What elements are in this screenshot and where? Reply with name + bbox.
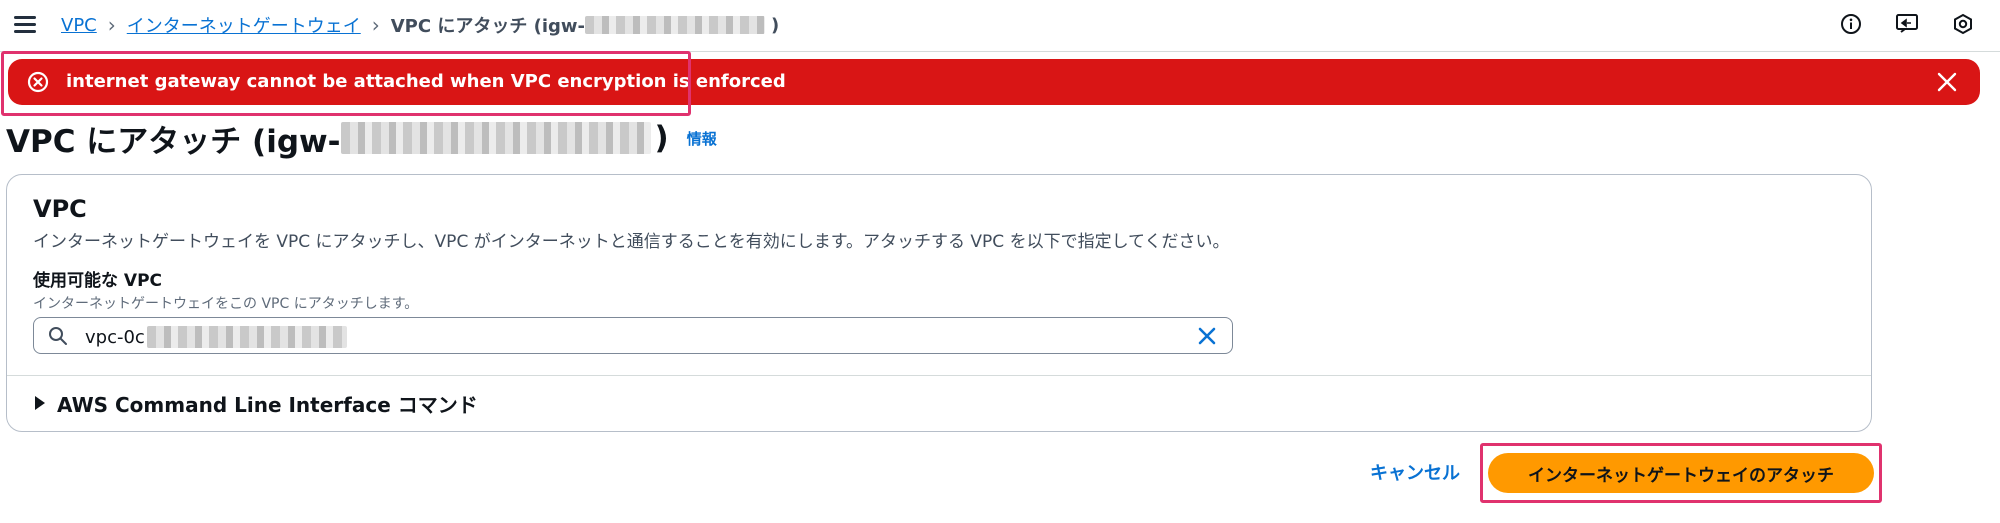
error-message: internet gateway cannot be attached when… xyxy=(66,71,786,92)
error-icon xyxy=(26,70,50,94)
container-header: VPC インターネットゲートウェイを VPC にアタッチし、VPC がインターネ… xyxy=(33,195,1230,252)
chevron-right-icon: › xyxy=(107,13,116,37)
available-vpc-field: 使用可能な VPC インターネットゲートウェイをこの VPC にアタッチします。 xyxy=(33,266,418,313)
caret-right-icon xyxy=(35,396,45,410)
container-description: インターネットゲートウェイを VPC にアタッチし、VPC がインターネットと通… xyxy=(33,232,1230,252)
breadcrumb: VPC › インターネットゲートウェイ › VPC にアタッチ (igw- ) xyxy=(61,10,779,40)
top-icons xyxy=(1838,11,1976,37)
breadcrumb-current: VPC にアタッチ (igw- ) xyxy=(391,12,779,38)
vpc-container: VPC インターネットゲートウェイを VPC にアタッチし、VPC がインターネ… xyxy=(6,174,1872,432)
redacted-gateway-id xyxy=(585,16,765,34)
search-icon xyxy=(48,326,68,346)
info-link[interactable]: 情報 xyxy=(687,128,717,149)
divider xyxy=(7,375,1871,376)
breadcrumb-current-prefix: VPC にアタッチ (igw- xyxy=(390,16,585,37)
expander-label: AWS Command Line Interface コマンド xyxy=(57,392,478,417)
redacted-vpc-id xyxy=(146,326,347,348)
page-title-suffix: ) xyxy=(654,120,669,156)
breadcrumb-internet-gateways[interactable]: インターネットゲートウェイ xyxy=(127,12,361,38)
page-title: VPC にアタッチ (igw- ) xyxy=(6,116,669,161)
page-header: VPC にアタッチ (igw- ) 情報 xyxy=(6,116,717,161)
redacted-gateway-id xyxy=(340,122,651,154)
attach-internet-gateway-button[interactable]: インターネットゲートウェイのアタッチ xyxy=(1488,453,1874,493)
cli-command-expander[interactable]: AWS Command Line Interface コマンド xyxy=(35,388,478,418)
field-description: インターネットゲートウェイをこの VPC にアタッチします。 xyxy=(33,296,419,312)
input-value-text: vpc-0c xyxy=(85,326,145,348)
error-flashbar: internet gateway cannot be attached when… xyxy=(8,59,1980,105)
info-icon[interactable] xyxy=(1838,11,1864,37)
top-navigation-bar: VPC › インターネットゲートウェイ › VPC にアタッチ (igw- ) xyxy=(0,0,2000,52)
chevron-right-icon: › xyxy=(371,13,380,37)
breadcrumb-vpc[interactable]: VPC xyxy=(61,15,97,36)
breadcrumb-current-suffix: ) xyxy=(771,14,780,36)
page-title-prefix: VPC にアタッチ (igw- xyxy=(6,123,341,160)
feedback-icon[interactable] xyxy=(1894,11,1920,37)
settings-icon[interactable] xyxy=(1950,11,1976,37)
container-title: VPC xyxy=(33,195,87,223)
cancel-button[interactable]: キャンセル xyxy=(1370,459,1460,489)
field-label: 使用可能な VPC xyxy=(33,271,163,291)
clear-icon[interactable] xyxy=(1196,325,1218,347)
input-value: vpc-0c xyxy=(85,326,347,348)
close-icon[interactable] xyxy=(1934,69,1960,95)
vpc-search-input[interactable]: vpc-0c xyxy=(33,317,1233,354)
menu-icon[interactable] xyxy=(14,14,36,34)
